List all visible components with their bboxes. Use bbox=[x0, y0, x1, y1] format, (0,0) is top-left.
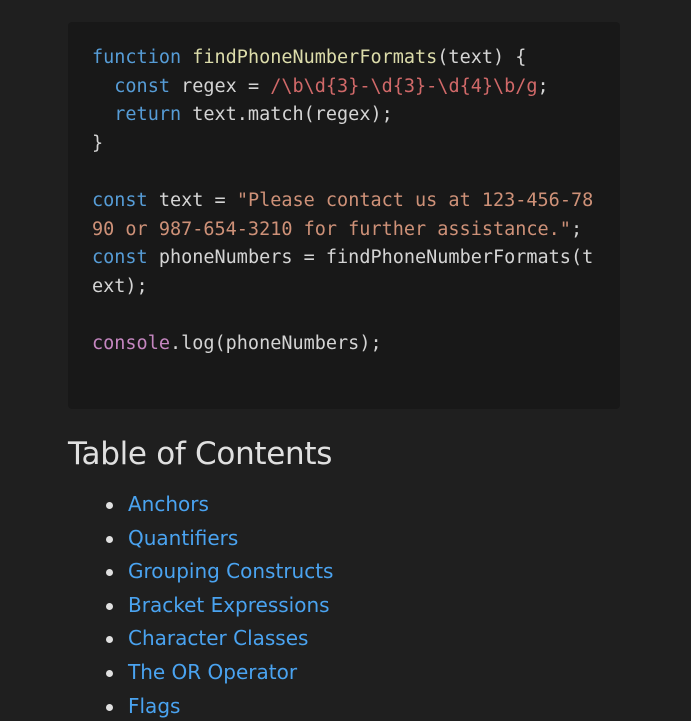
toc-list: Anchors Quantifiers Grouping Constructs … bbox=[0, 488, 333, 721]
toc-item: Character Classes bbox=[0, 622, 333, 656]
toc-link-flags[interactable]: Flags bbox=[128, 694, 180, 718]
toc-link-anchors[interactable]: Anchors bbox=[128, 492, 209, 516]
code-keyword: const bbox=[92, 189, 148, 211]
code-text: phoneNumbers = findPhoneNumberFormats(te… bbox=[92, 247, 594, 297]
code-function-name: findPhoneNumberFormats bbox=[192, 47, 438, 68]
toc-link-bracket-expressions[interactable]: Bracket Expressions bbox=[128, 593, 330, 617]
code-keyword: return bbox=[114, 104, 182, 126]
toc-item: The OR Operator bbox=[0, 656, 333, 690]
code-regex: /\b\d{3}-\d{3}-\d{4}\b/g bbox=[270, 75, 538, 97]
code-text: .log(phoneNumbers); bbox=[169, 332, 382, 354]
toc-item: Bracket Expressions bbox=[0, 589, 333, 623]
toc-link-quantifiers[interactable]: Quantifiers bbox=[128, 526, 238, 550]
toc-link-grouping-constructs[interactable]: Grouping Constructs bbox=[128, 559, 333, 583]
code-text: text.match(regex); bbox=[181, 104, 393, 126]
toc-heading: Table of Contents bbox=[68, 436, 333, 472]
toc-link-character-classes[interactable]: Character Classes bbox=[128, 626, 308, 650]
toc-item: Quantifiers bbox=[0, 522, 333, 556]
code-text: (text) { bbox=[437, 47, 527, 68]
code-snippet: function findPhoneNumberFormats(text) { … bbox=[92, 44, 596, 359]
code-console-object: console bbox=[92, 332, 170, 354]
code-keyword: const bbox=[114, 75, 170, 97]
code-text: ; bbox=[570, 218, 583, 240]
toc-item: Grouping Constructs bbox=[0, 555, 333, 589]
code-block: function findPhoneNumberFormats(text) { … bbox=[68, 22, 620, 409]
code-text: text = bbox=[147, 189, 237, 211]
code-keyword: const bbox=[92, 247, 148, 269]
toc-item: Flags bbox=[0, 690, 333, 721]
code-text: } bbox=[92, 132, 104, 154]
toc-item: Anchors bbox=[0, 488, 333, 522]
code-text: regex = bbox=[169, 75, 271, 97]
toc-link-or-operator[interactable]: The OR Operator bbox=[128, 660, 297, 684]
code-keyword: function bbox=[92, 47, 182, 68]
code-text: ; bbox=[537, 75, 549, 97]
page: function findPhoneNumberFormats(text) { … bbox=[0, 0, 691, 721]
